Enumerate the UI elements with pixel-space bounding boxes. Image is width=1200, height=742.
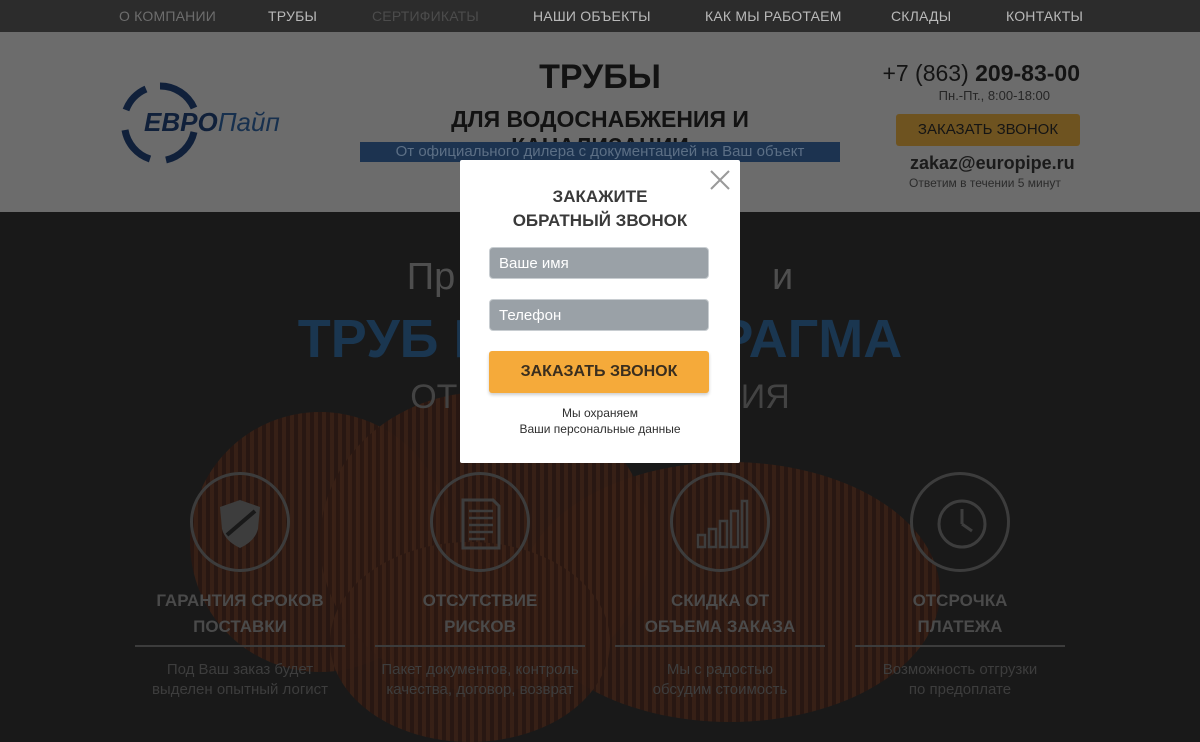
nav-item-objects[interactable]: НАШИ ОБЪЕКТЫ xyxy=(533,8,651,24)
logo-text-part1: ЕВРО xyxy=(144,107,218,137)
feature-divider xyxy=(855,645,1065,647)
bar-chart-icon xyxy=(696,499,749,549)
feature-icon-circle xyxy=(190,472,290,572)
feature-divider xyxy=(135,645,345,647)
nav-item-how-we-work[interactable]: КАК МЫ РАБОТАЕМ xyxy=(705,8,842,24)
feature-desc-line2: выделен опытный логист xyxy=(151,681,329,698)
phone-prefix: +7 (863) xyxy=(882,60,976,86)
feature-title-line2: ОБЪЕМА ЗАКАЗА xyxy=(644,617,796,636)
header-phone[interactable]: +7 (863) 209-83-00 xyxy=(882,60,1080,87)
feature-title-line2: ПЛАТЕЖА xyxy=(917,617,1003,636)
feature-icon-circle xyxy=(430,472,530,572)
privacy-note: Мы охраняем Ваши персональные данные xyxy=(460,405,740,437)
feature-title-line2: ПОСТАВКИ xyxy=(193,617,287,636)
top-navigation: О КОМПАНИИ ТРУБЫ СЕРТИФИКАТЫ НАШИ ОБЪЕКТ… xyxy=(0,0,1200,32)
feature-description: Мы с радостью обсудим стоимость xyxy=(605,660,835,700)
feature-title-line2: РИСКОВ xyxy=(444,617,516,636)
nav-item-contacts[interactable]: КОНТАКТЫ xyxy=(1006,8,1083,24)
document-icon xyxy=(461,498,501,550)
working-hours: Пн.-Пт., 8:00-18:00 xyxy=(938,88,1050,103)
company-logo[interactable]: ЕВРОПайп xyxy=(120,80,305,166)
phone-input[interactable] xyxy=(489,299,709,331)
nav-item-about[interactable]: О КОМПАНИИ xyxy=(119,8,216,24)
feature-title-line1: ОТСУТСТВИЕ xyxy=(422,591,538,610)
feature-desc-line2: качества, договор, возврат xyxy=(386,681,574,698)
header-tagline: От официального дилера с документацией н… xyxy=(360,142,840,162)
feature-description: Возможность отгрузки по предоплате xyxy=(845,660,1075,700)
feature-desc-line2: обсудим стоимость xyxy=(652,681,788,698)
nav-item-warehouses[interactable]: СКЛАДЫ xyxy=(891,8,951,24)
clock-icon xyxy=(937,499,987,549)
feature-title-line1: СКИДКА ОТ xyxy=(671,591,769,610)
privacy-note-line2: Ваши персональные данные xyxy=(519,422,681,436)
reply-note: Ответим в течении 5 минут xyxy=(909,176,1061,190)
feature-desc-line1: Мы с радостью xyxy=(666,661,774,678)
feature-title: ОТСРОЧКА ПЛАТЕЖА xyxy=(855,588,1065,640)
feature-title: СКИДКА ОТ ОБЪЕМА ЗАКАЗА xyxy=(615,588,825,640)
feature-description: Под Ваш заказ будет выделен опытный логис… xyxy=(125,660,355,700)
feature-title-line1: ГАРАНТИЯ СРОКОВ xyxy=(156,591,324,610)
privacy-note-line1: Мы охраняем xyxy=(562,406,638,420)
feature-desc-line1: Возможность отгрузки xyxy=(882,661,1038,678)
feature-icon-circle xyxy=(910,472,1010,572)
modal-title-line1: ЗАКАЖИТЕ xyxy=(552,187,648,206)
callback-modal: ЗАКАЖИТЕОБРАТНЫЙ ЗВОНОК ЗАКАЗАТЬ ЗВОНОК … xyxy=(460,160,740,463)
phone-number: 209-83-00 xyxy=(975,60,1080,86)
header-call-button[interactable]: ЗАКАЗАТЬ ЗВОНОК xyxy=(896,114,1080,146)
modal-title-line2: ОБРАТНЫЙ ЗВОНОК xyxy=(512,211,688,230)
feature-divider xyxy=(375,645,585,647)
logo-text-part2: Пайп xyxy=(217,107,280,137)
feature-divider xyxy=(615,645,825,647)
feature-title: ОТСУТСТВИЕ РИСКОВ xyxy=(375,588,585,640)
shield-icon xyxy=(220,500,260,548)
feature-desc-line1: Пакет документов, контроль xyxy=(381,661,579,678)
feature-title: ГАРАНТИЯ СРОКОВ ПОСТАВКИ xyxy=(135,588,345,640)
name-input[interactable] xyxy=(489,247,709,279)
feature-title-line1: ОТСРОЧКА xyxy=(912,591,1008,610)
submit-callback-button[interactable]: ЗАКАЗАТЬ ЗВОНОК xyxy=(489,351,709,393)
hero-pipe-image xyxy=(330,542,610,742)
header-title: ТРУБЫ xyxy=(539,58,661,96)
feature-desc-line2: по предоплате xyxy=(908,681,1012,698)
feature-icon-circle xyxy=(670,472,770,572)
logo-text: ЕВРОПайп xyxy=(144,107,280,138)
nav-item-pipes[interactable]: ТРУБЫ xyxy=(268,8,317,24)
nav-item-certificates[interactable]: СЕРТИФИКАТЫ xyxy=(372,8,479,24)
feature-desc-line1: Под Ваш заказ будет xyxy=(166,661,314,678)
feature-description: Пакет документов, контроль качества, дого… xyxy=(365,660,595,700)
modal-title: ЗАКАЖИТЕ ОБРАТНЫЙ ЗВОНОК xyxy=(460,185,740,233)
header-email[interactable]: zakaz@europipe.ru xyxy=(910,153,1075,174)
